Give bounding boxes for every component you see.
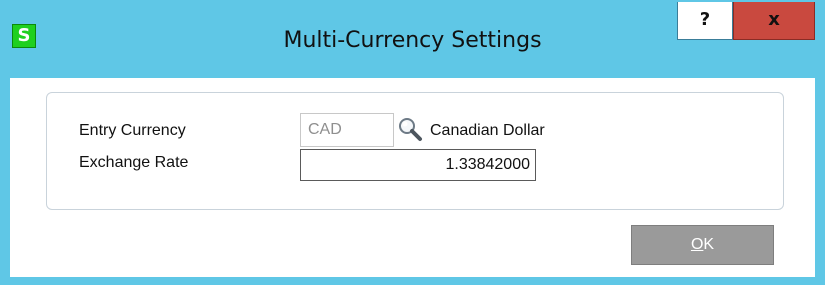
magnifier-icon[interactable] [397, 116, 423, 142]
exchange-rate-input[interactable]: 1.33842000 [300, 149, 536, 181]
entry-currency-label: Entry Currency [79, 122, 186, 139]
currency-settings-group: Entry Currency CAD Canadian Dollar Excha… [46, 92, 784, 210]
help-button[interactable]: ? [677, 2, 733, 40]
title-bar[interactable]: S Multi-Currency Settings ? x [2, 2, 823, 78]
entry-currency-field[interactable]: CAD [300, 113, 394, 147]
close-button[interactable]: x [733, 2, 815, 40]
ok-label-rest: K [703, 236, 715, 253]
entry-currency-name: Canadian Dollar [430, 122, 545, 139]
exchange-rate-label: Exchange Rate [79, 154, 189, 171]
multi-currency-settings-window: S Multi-Currency Settings ? x Entry Curr… [0, 0, 825, 285]
dialog-body: Entry Currency CAD Canadian Dollar Excha… [10, 78, 815, 277]
ok-button[interactable]: OK [631, 225, 774, 265]
ok-mnemonic: O [690, 236, 704, 253]
